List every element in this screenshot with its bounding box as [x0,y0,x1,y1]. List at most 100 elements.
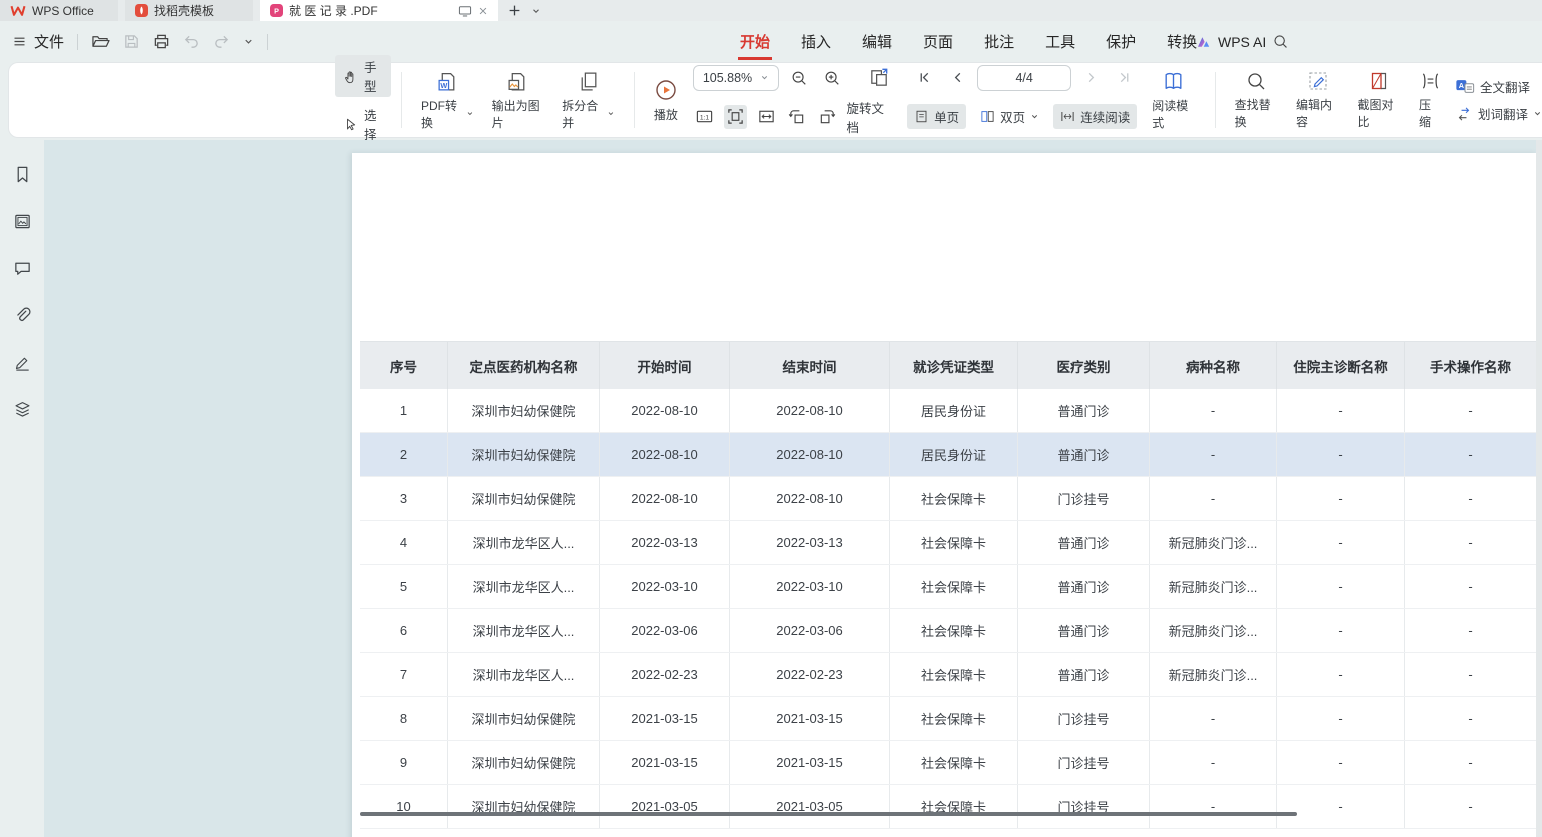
edit-content-button[interactable]: 编辑内容 [1287,70,1348,130]
table-cell: 4 [360,521,448,564]
navigation-sidebar [0,140,44,837]
search-icon[interactable] [1272,33,1289,50]
menu-edit[interactable]: 编辑 [860,27,894,56]
page-indicator-input[interactable]: 4/4 [977,65,1071,91]
table-cell: 2021-03-05 [730,785,890,828]
zoom-out-button[interactable] [786,66,812,90]
fit-width-button[interactable] [754,105,778,129]
redo-button[interactable] [213,33,230,50]
document-view[interactable]: 序号定点医药机构名称开始时间结束时间就诊凭证类型医疗类别病种名称住院主诊断名称手… [44,140,1542,837]
find-replace-button[interactable]: 查找替换 [1226,70,1287,130]
table-cell: 2022-03-10 [730,565,890,608]
table-row: 5深圳市龙华区人...2022-03-102022-03-10社会保障卡普通门诊… [360,565,1537,609]
table-row: 3深圳市妇幼保健院2022-08-102022-08-10社会保障卡门诊挂号--… [360,477,1537,521]
menu-insert[interactable]: 插入 [799,27,833,56]
svg-text:P: P [274,6,279,15]
table-cell: 普通门诊 [1018,565,1150,608]
table-cell: 社会保障卡 [890,477,1018,520]
first-page-button[interactable] [911,66,937,90]
table-cell: 2022-08-10 [730,477,890,520]
rotate-left-button[interactable] [785,105,809,129]
wps-ai-button[interactable]: WPS AI [1196,34,1266,50]
select-tool-button[interactable]: 选择 [335,103,391,145]
table-cell: 深圳市妇幼保健院 [448,697,600,740]
thumbnail-icon[interactable] [9,208,35,234]
continuous-read-button[interactable]: 连续阅读 [1053,104,1137,129]
table-cell: 1 [360,389,448,432]
table-cell: 普通门诊 [1018,521,1150,564]
table-cell: 2021-03-15 [730,741,890,784]
table-cell: - [1405,565,1537,608]
wps-ai-label: WPS AI [1218,34,1266,50]
menu-comment[interactable]: 批注 [982,27,1016,56]
layers-icon[interactable] [9,396,35,422]
quick-access-chevron-icon[interactable] [243,36,254,47]
table-cell: 普通门诊 [1018,433,1150,476]
hamburger-icon [12,34,27,49]
screenshot-compare-button[interactable]: 截图对比 [1349,70,1410,130]
full-translate-button[interactable]: A 全文翻译 [1455,77,1542,96]
column-header: 开始时间 [600,342,730,389]
play-button[interactable]: 播放 [645,78,687,123]
table-bottom-scrollbar[interactable] [360,812,1297,816]
table-cell: 深圳市龙华区人... [448,565,600,608]
hand-tool-button[interactable]: 手型 [335,55,391,97]
save-button[interactable] [123,33,140,50]
tab-docer-templates[interactable]: 找稻壳模板 [125,0,253,21]
find-replace-icon [1245,70,1267,92]
previous-page-button[interactable] [944,66,970,90]
compress-button[interactable]: 压缩 [1410,70,1451,130]
menu-home[interactable]: 开始 [738,27,772,56]
zoom-in-button[interactable] [819,66,845,90]
pdf-convert-button[interactable]: W PDF转换 [412,70,483,131]
undo-button[interactable] [183,33,200,50]
close-tab-icon[interactable] [478,6,488,16]
table-cell: 新冠肺炎门诊... [1150,521,1277,564]
column-header: 结束时间 [730,342,890,389]
table-cell: 2022-08-10 [730,389,890,432]
export-image-button[interactable]: 输出为图片 [483,70,554,131]
next-page-button[interactable] [1078,66,1104,90]
fit-page-button[interactable] [724,105,748,129]
table-cell: - [1150,389,1277,432]
print-button[interactable] [153,33,170,50]
bookmark-icon[interactable] [9,161,35,187]
monitor-icon[interactable] [458,5,472,17]
split-merge-icon [577,70,600,93]
split-merge-button[interactable]: 拆分合并 [553,70,624,131]
find-replace-label: 查找替换 [1235,96,1278,130]
tab-wps-office[interactable]: WPS Office [0,0,118,21]
menu-protect[interactable]: 保护 [1104,27,1138,56]
edit-content-label: 编辑内容 [1296,96,1339,130]
column-header: 定点医药机构名称 [448,342,600,389]
attachment-icon[interactable] [9,302,35,328]
new-tab-button[interactable] [508,4,521,17]
table-cell: - [1405,697,1537,740]
actual-size-button[interactable]: 1:1 [693,105,717,129]
tab-document-pdf[interactable]: P 就 医 记 录 .PDF [260,0,498,21]
menu-page[interactable]: 页面 [921,27,955,56]
zoom-level-select[interactable]: 105.88% [693,65,779,91]
word-translate-button[interactable]: 划词翻译 [1455,104,1542,123]
tab-list-chevron-icon[interactable] [531,6,541,16]
double-page-button[interactable]: 双页 [973,104,1046,129]
table-row: 7深圳市龙华区人...2022-02-232022-02-23社会保障卡普通门诊… [360,653,1537,697]
file-menu-button[interactable]: 文件 [12,31,64,52]
table-cell: 深圳市龙华区人... [448,521,600,564]
table-cell: 7 [360,653,448,696]
last-page-button[interactable] [1111,66,1137,90]
vertical-scrollbar[interactable] [1536,140,1542,837]
menu-tools[interactable]: 工具 [1043,27,1077,56]
rotate-right-button[interactable] [816,105,840,129]
comment-icon[interactable] [9,255,35,281]
signature-icon[interactable] [9,349,35,375]
table-cell: 居民身份证 [890,433,1018,476]
read-mode-button[interactable]: 阅读模式 [1143,70,1204,131]
play-label: 播放 [654,106,678,123]
fit-window-button[interactable] [866,66,892,90]
hand-icon [343,69,358,84]
open-file-button[interactable] [91,33,110,50]
single-page-button[interactable]: 单页 [907,104,966,129]
table-cell: - [1277,785,1405,828]
menu-convert[interactable]: 转换 [1165,27,1199,56]
